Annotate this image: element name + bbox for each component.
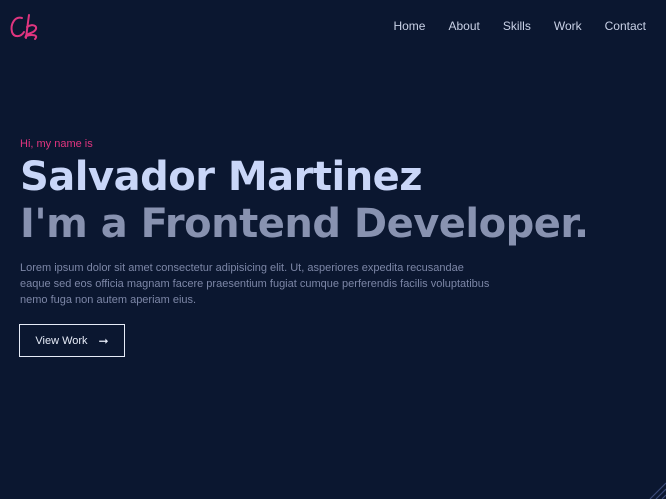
hero-greeting: Hi, my name is — [20, 138, 93, 150]
nav-item-skills[interactable]: Skills — [503, 19, 531, 33]
nav-item-contact[interactable]: Contact — [605, 19, 646, 33]
view-work-button[interactable]: View Work ➞ — [19, 324, 125, 357]
hero-bio: Lorem ipsum dolor sit amet consectetur a… — [20, 262, 490, 306]
nav-item-work[interactable]: Work — [554, 19, 582, 33]
main-nav: Home About Skills Work Contact — [370, 19, 646, 33]
logo-icon[interactable] — [8, 10, 44, 42]
hero-role: I'm a Frontend Developer. — [20, 201, 589, 247]
nav-item-home[interactable]: Home — [393, 19, 425, 33]
corner-stripes-icon — [649, 482, 666, 499]
view-work-label: View Work — [35, 334, 88, 347]
hero-name: Salvador Martinez — [20, 154, 423, 200]
arrow-right-icon: ➞ — [98, 333, 109, 348]
nav-item-about[interactable]: About — [448, 19, 479, 33]
hero-section: Hi, my name is Salvador Martinez I'm a F… — [20, 138, 650, 308]
